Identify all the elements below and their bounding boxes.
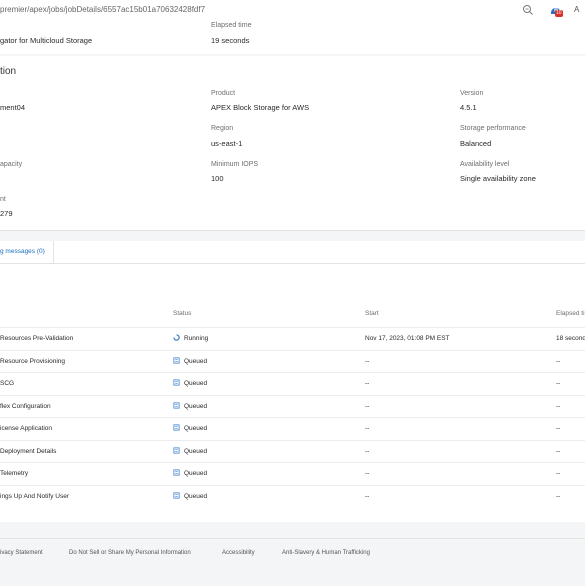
start-time: -- [365, 380, 370, 387]
minimum-iops-value: 100 [211, 174, 224, 183]
start-time: -- [365, 492, 370, 500]
task-name[interactable]: icense Application [0, 418, 52, 440]
table-row[interactable]: flex Configuration Queued -- -- [0, 394, 585, 419]
footer-link-accessibility[interactable]: Accessibility [222, 550, 255, 556]
status-cell: Queued [173, 463, 207, 485]
version-label: Version [460, 90, 484, 97]
job-name-value: gator for Multicloud Storage [0, 36, 93, 45]
column-header-status[interactable]: Status [173, 310, 191, 317]
capacity-label: apacity [0, 161, 23, 168]
task-name[interactable]: Deployment Details [0, 441, 56, 463]
queued-icon [173, 446, 180, 454]
queued-icon [173, 491, 180, 499]
availability-level-label: Availability level [460, 161, 510, 168]
running-spinner-icon [173, 334, 180, 341]
elapsed-time: -- [556, 447, 561, 455]
table-row[interactable]: Deployment Details Queued -- -- [0, 439, 585, 464]
elapsed-time: -- [556, 402, 561, 410]
status-cell: Queued [173, 486, 207, 508]
zoom-icon[interactable] [522, 4, 534, 16]
queued-icon [173, 379, 180, 386]
status-cell: Queued [173, 441, 207, 463]
tab-bar [0, 241, 585, 264]
status-text: Queued [184, 425, 208, 432]
queued-icon [173, 356, 180, 364]
page-footer [0, 538, 585, 586]
elapsed-time: -- [556, 357, 561, 365]
elapsed-time: -- [556, 470, 561, 477]
status-text: Queued [184, 470, 208, 477]
column-header-elapsed[interactable]: Elapsed ti [556, 310, 585, 317]
queued-icon [173, 401, 180, 409]
deployment-name-value: ment04 [0, 103, 26, 112]
task-name[interactable]: SCG [0, 373, 14, 395]
tab-messages[interactable]: g messages (0) [0, 241, 54, 263]
section-heading: tion [0, 66, 17, 77]
deployment-info-card [0, 56, 585, 231]
status-cell: Queued [173, 351, 207, 373]
start-time: -- [365, 470, 370, 477]
status-cell: Running [173, 328, 208, 350]
availability-level-value: Single availability zone [460, 174, 536, 183]
account-label: nt [0, 196, 6, 203]
elapsed-time: -- [556, 425, 561, 432]
region-value: us-east-1 [211, 139, 243, 148]
table-row[interactable]: icense Application Queued -- -- [0, 417, 585, 441]
status-text: Queued [184, 380, 208, 387]
account-value: 279 [0, 209, 13, 218]
start-time: Nov 17, 2023, 01:08 PM EST [365, 335, 450, 342]
version-value: 4.5.1 [460, 103, 477, 112]
status-text: Queued [184, 447, 208, 455]
start-time: -- [365, 425, 370, 432]
table-row[interactable]: SCG Queued -- -- [0, 372, 585, 396]
storage-performance-label: Storage performance [460, 125, 526, 132]
column-header-start[interactable]: Start [365, 310, 379, 317]
table-row[interactable]: Resource Provisioning Queued -- -- [0, 349, 585, 374]
status-text: Queued [184, 492, 208, 500]
extension-badge: 10 [555, 10, 563, 17]
elapsed-time: -- [556, 380, 561, 387]
task-name[interactable]: flex Configuration [0, 396, 51, 418]
status-text: Queued [184, 357, 208, 365]
footer-link-privacy[interactable]: ivacy Statement [0, 550, 43, 556]
elapsed-time: -- [556, 492, 561, 500]
task-name[interactable]: Resources Pre-Validation [0, 328, 73, 350]
task-name[interactable]: ings Up And Notify User [0, 486, 69, 508]
elapsed-time-value: 19 seconds [211, 36, 250, 45]
region-label: Region [211, 125, 234, 132]
task-name[interactable]: Resource Provisioning [0, 351, 65, 373]
start-time: -- [365, 357, 370, 365]
task-name[interactable]: Telemetry [0, 463, 28, 485]
queued-icon [173, 469, 180, 476]
table-row[interactable]: Telemetry Queued -- -- [0, 462, 585, 486]
footer-link-do-not-sell[interactable]: Do Not Sell or Share My Personal Informa… [69, 550, 191, 556]
footer-link-anti-slavery[interactable]: Anti-Slavery & Human Trafficking [282, 550, 370, 556]
start-time: -- [365, 447, 370, 455]
status-text: Running [184, 335, 209, 342]
queued-icon [173, 424, 180, 431]
elapsed-time: 18 second [556, 335, 585, 342]
minimum-iops-label: Minimum IOPS [211, 161, 259, 168]
status-text: Queued [184, 402, 208, 410]
status-cell: Queued [173, 396, 207, 418]
product-value: APEX Block Storage for AWS [211, 103, 310, 112]
status-cell: Queued [173, 373, 207, 395]
url-text[interactable]: premier/apex/jobs/jobDetails/6557ac15b01… [0, 5, 205, 14]
table-row[interactable]: Resources Pre-Validation Running Nov 17, 2… [0, 327, 585, 351]
table-row[interactable]: ings Up And Notify User Queued -- -- [0, 484, 585, 509]
profile-avatar[interactable]: A [574, 5, 579, 14]
status-cell: Queued [173, 418, 207, 440]
product-label: Product [211, 90, 236, 97]
start-time: -- [365, 402, 370, 410]
elapsed-time-label: Elapsed time [211, 22, 252, 29]
storage-performance-value: Balanced [460, 139, 492, 148]
